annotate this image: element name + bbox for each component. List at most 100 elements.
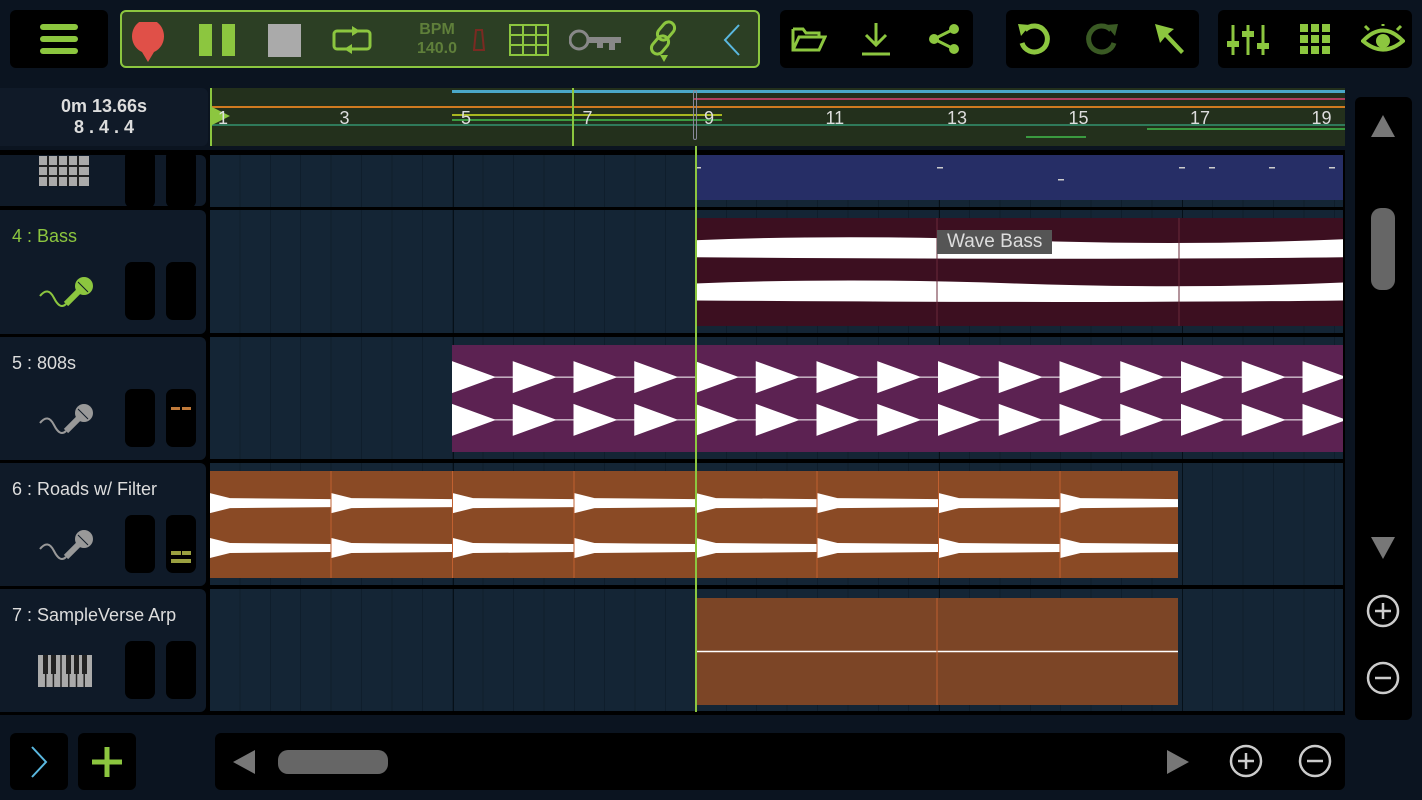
- ruler-tick-label: 9: [704, 108, 715, 128]
- timeline-ruler[interactable]: 1 3 5 7 9 11 13 15 17 19: [210, 88, 1345, 146]
- ruler-tick-label: 13: [947, 108, 968, 128]
- track-name: 6 : Roads w/ Filter: [12, 479, 158, 499]
- download-icon: [862, 23, 890, 56]
- chevron-left-icon: [723, 24, 740, 56]
- track-meter-left: [125, 150, 155, 208]
- minus-circle-icon: [1366, 661, 1400, 695]
- track-meter-left: [125, 389, 155, 447]
- ruler-tick-label: 3: [339, 108, 350, 128]
- zoom-out-horizontal-button[interactable]: [1298, 744, 1332, 778]
- plus-circle-icon: [1229, 744, 1263, 778]
- menu-button[interactable]: [10, 10, 108, 68]
- track-header[interactable]: 4 : Bass: [0, 210, 206, 334]
- bpm-display[interactable]: BPM 140.0: [412, 20, 462, 58]
- snap-grid-button[interactable]: [508, 22, 550, 58]
- bpm-label: BPM: [419, 21, 455, 38]
- track-meter-right: [166, 262, 196, 320]
- mixer-button[interactable]: [1224, 22, 1272, 58]
- arp-clip[interactable]: [695, 598, 1178, 705]
- drum-pad-icon[interactable]: [38, 155, 90, 192]
- bass-clip[interactable]: Wave Bass: [695, 218, 1343, 326]
- undo-icon: [1018, 23, 1050, 55]
- playhead-line: [695, 146, 697, 712]
- piano-keyboard-icon[interactable]: [38, 655, 92, 692]
- horizontal-scrollbar-thumb[interactable]: [278, 750, 388, 774]
- bpm-value: 140.0: [416, 40, 458, 57]
- horizontal-scroll-panel: [215, 733, 1345, 790]
- file-toolbar: [780, 10, 973, 68]
- add-track-button[interactable]: [78, 733, 136, 790]
- vertical-scroll-panel: [1355, 97, 1412, 720]
- ruler-tick-label: 15: [1068, 108, 1089, 128]
- stop-icon: [267, 23, 301, 57]
- zoom-in-horizontal-button[interactable]: [1229, 744, 1263, 778]
- key-button[interactable]: [568, 26, 624, 54]
- track-header[interactable]: 6 : Roads w/ Filter: [0, 463, 206, 586]
- triangle-up-icon: [1371, 115, 1395, 137]
- pause-button[interactable]: [198, 22, 236, 58]
- zoom-in-vertical-button[interactable]: [1366, 594, 1400, 628]
- zoom-out-vertical-button[interactable]: [1366, 661, 1400, 695]
- track-meter-right: [166, 389, 196, 447]
- scroll-left-button[interactable]: [231, 749, 257, 775]
- roads-clip[interactable]: [210, 471, 1178, 578]
- metronome-icon: [473, 29, 485, 51]
- bar-beat-readout: 8 . 4 . 4: [73, 117, 135, 137]
- loop-button[interactable]: [328, 22, 376, 58]
- mixer-faders-icon: [1227, 25, 1269, 55]
- pads-button[interactable]: [1298, 22, 1332, 56]
- scroll-up-button[interactable]: [1369, 113, 1397, 139]
- redo-icon: [1086, 23, 1118, 55]
- track-meter-left: [125, 262, 155, 320]
- undo-button[interactable]: [1014, 20, 1054, 58]
- track-meter-left: [125, 515, 155, 573]
- link-button[interactable]: [644, 18, 684, 64]
- ruler-tick-label: 19: [1311, 108, 1332, 128]
- ruler-tick-label: 7: [582, 108, 593, 128]
- open-button[interactable]: [790, 22, 828, 56]
- visibility-button[interactable]: [1360, 22, 1406, 56]
- microphone-icon[interactable]: [38, 529, 94, 568]
- scroll-right-button[interactable]: [1165, 749, 1191, 775]
- vertical-scrollbar-thumb[interactable]: [1371, 208, 1395, 290]
- export-button[interactable]: [858, 20, 894, 58]
- triangle-down-icon: [1371, 537, 1395, 559]
- microphone-icon[interactable]: [38, 403, 94, 442]
- plus-circle-icon: [1366, 594, 1400, 628]
- microphone-icon[interactable]: [38, 276, 94, 315]
- transport-bar: BPM 140.0: [120, 10, 760, 68]
- pause-icon: [199, 24, 235, 56]
- keypad-grid-icon: [1300, 24, 1330, 54]
- position-display: 0m 13.66s 8 . 4 . 4: [0, 88, 208, 146]
- track-header[interactable]: 5 : 808s: [0, 337, 206, 460]
- collapse-toolbar-button[interactable]: [720, 22, 744, 58]
- ruler-tick-label: 17: [1190, 108, 1211, 128]
- time-readout: 0m 13.66s: [60, 96, 148, 116]
- track-name: 5 : 808s: [12, 353, 77, 373]
- link-icon: [649, 20, 677, 62]
- eye-icon: [1361, 24, 1405, 52]
- expand-panel-button[interactable]: [10, 733, 68, 790]
- record-icon: [132, 22, 164, 62]
- key-icon: [569, 29, 621, 51]
- stop-button[interactable]: [266, 22, 302, 58]
- cursor-arrow-icon: [1155, 24, 1184, 54]
- track-header[interactable]: 7 : SampleVerse Arp: [0, 589, 206, 712]
- redo-button[interactable]: [1082, 20, 1122, 58]
- track-meter-left: [125, 641, 155, 699]
- share-button[interactable]: [926, 22, 962, 56]
- 808s-clip[interactable]: [452, 345, 1343, 452]
- ruler-tick-label: 11: [825, 108, 845, 128]
- track-meter-right: [166, 515, 196, 573]
- metronome-button[interactable]: [472, 28, 486, 52]
- track-header[interactable]: [0, 150, 206, 208]
- scroll-down-button[interactable]: [1369, 535, 1397, 561]
- minus-circle-icon: [1298, 744, 1332, 778]
- playhead-marker[interactable]: [693, 90, 697, 140]
- clip-label: Wave Bass: [937, 230, 1053, 254]
- select-tool-button[interactable]: [1150, 20, 1190, 58]
- drum-clip[interactable]: [695, 155, 1343, 200]
- folder-open-icon: [791, 27, 827, 52]
- record-button[interactable]: [130, 22, 166, 64]
- grid-icon: [509, 24, 549, 56]
